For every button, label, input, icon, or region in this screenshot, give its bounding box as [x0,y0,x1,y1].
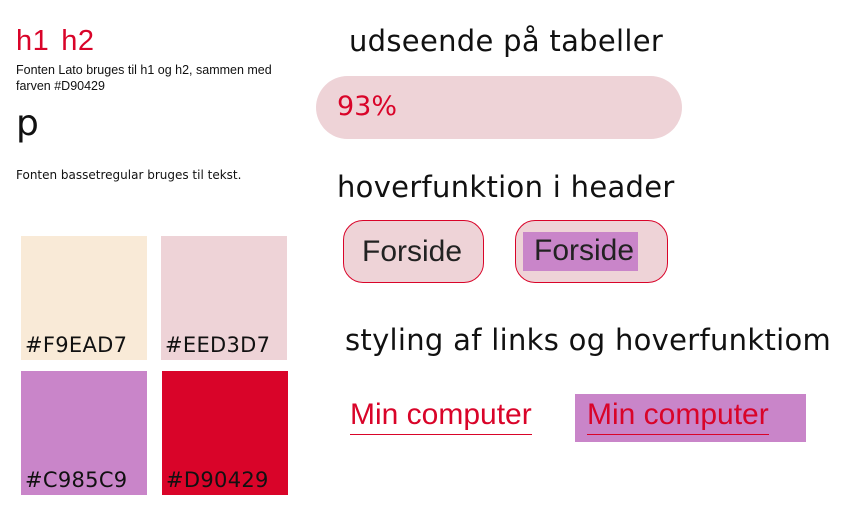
table-value: 93% [337,91,398,122]
color-swatch-pink: #EED3D7 [161,236,287,360]
color-swatch-purple: #C985C9 [21,371,147,495]
swatch-label: #C985C9 [25,468,128,492]
tables-heading: udseende på tabeller [349,24,664,58]
swatch-label: #F9EAD7 [25,333,128,357]
swatch-label: #D90429 [166,468,269,492]
h1-sample: h1 [16,25,50,57]
swatch-label: #EED3D7 [165,333,271,357]
header-hover-heading: hoverfunktion i header [337,170,675,204]
heading-font-description: Fonten Lato bruges til h1 og h2, sammen … [16,63,272,93]
h2-sample: h2 [61,25,95,57]
nav-button-forside[interactable]: Forside [343,220,484,283]
color-swatch-cream: #F9EAD7 [21,236,147,360]
nav-button-forside-hover[interactable]: Forside [515,220,668,283]
style-guide-page: h1 h2 Fonten Lato bruges til h1 og h2, sa… [0,0,862,516]
paragraph-font-description: Fonten bassetregular bruges til tekst. [16,168,242,182]
paragraph-font-sample: p [16,103,39,144]
link-hover-sample: Min computer [575,394,806,442]
link-min-computer-hover[interactable]: Min computer [587,397,769,435]
link-min-computer[interactable]: Min computer [350,397,532,435]
color-swatch-red: #D90429 [162,371,288,495]
nav-button-label-hover: Forside [523,232,639,271]
links-heading: styling af links og hoverfunktiom [345,323,832,357]
heading-font-sample: h1 h2 [16,26,95,56]
table-cell-sample: 93% [316,76,682,139]
nav-button-label: Forside [362,235,463,268]
